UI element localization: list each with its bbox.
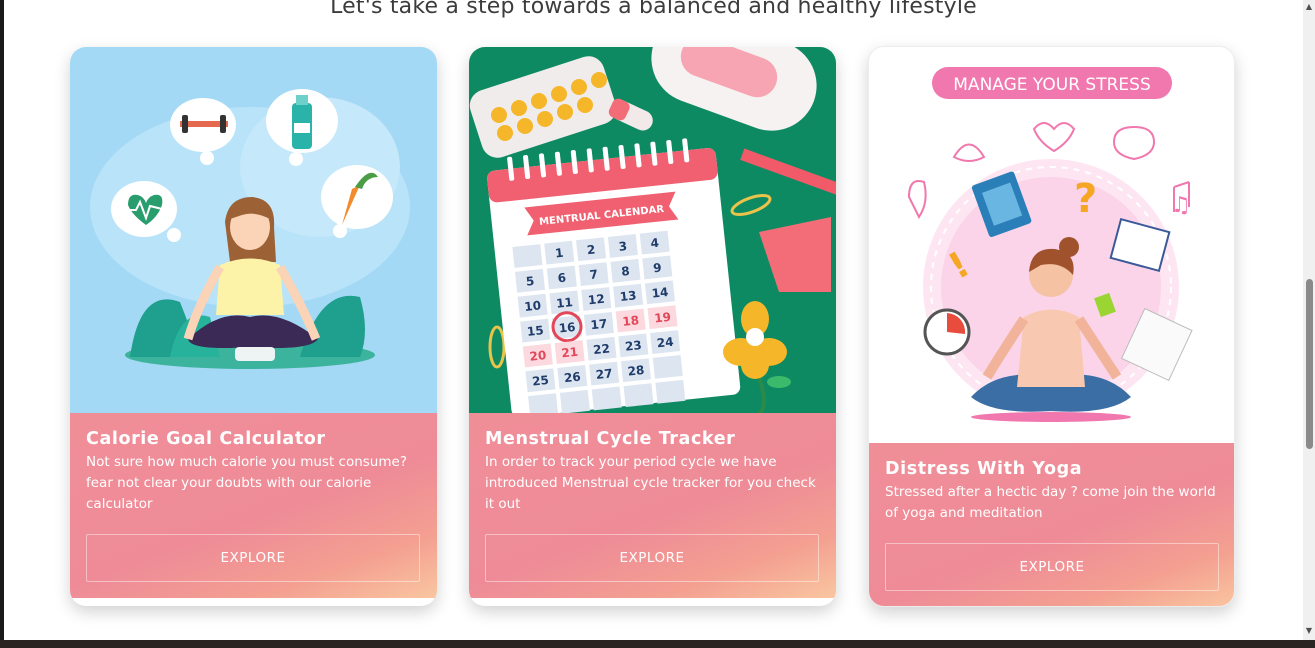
yoga-card-body: Distress With Yoga Stressed after a hect… <box>869 443 1234 606</box>
calendar-day: 10 <box>524 298 542 314</box>
calorie-illustration <box>70 47 437 413</box>
calendar-day: 17 <box>590 317 608 333</box>
yoga-card[interactable]: MANAGE YOUR STRESS ? ♫ ! Distress With Y… <box>868 46 1235 607</box>
calendar-day: 26 <box>563 370 581 386</box>
calendar-day: 8 <box>621 264 631 279</box>
calendar-day: 21 <box>561 345 579 361</box>
card-title: Calorie Goal Calculator <box>86 429 326 449</box>
scrollbar-thumb[interactable] <box>1306 279 1313 449</box>
explore-button[interactable]: EXPLORE <box>885 543 1219 591</box>
explore-button[interactable]: EXPLORE <box>86 534 420 582</box>
page: Let's take a step towards a balanced and… <box>4 0 1303 640</box>
card-title: Menstrual Cycle Tracker <box>485 429 736 449</box>
card-description: In order to track your period cycle we h… <box>485 454 816 512</box>
calendar-day: 1 <box>554 246 564 261</box>
calendar-day: 23 <box>624 338 642 354</box>
calendar-day: 19 <box>654 310 672 326</box>
banner-text: MANAGE YOUR STRESS <box>953 75 1150 95</box>
calendar-day: 25 <box>531 373 549 389</box>
calendar-cell <box>623 383 654 408</box>
question-mark-icon: ? <box>1074 176 1097 222</box>
calendar-day: 28 <box>627 363 645 379</box>
calendar-icon: MENTRUAL CALENDAR 1 2 3 45 6 7 8 910 11 12 13 1415 1… <box>487 138 741 413</box>
calendar-day: 3 <box>618 239 628 254</box>
calendar-cell <box>512 244 543 268</box>
calendar-cell <box>591 386 622 411</box>
window-bottom-edge <box>0 640 1315 648</box>
card-description: Stressed after a hectic day ? come join … <box>885 484 1216 521</box>
calendar-day: 27 <box>595 366 613 382</box>
section-heading: Let's take a step towards a balanced and… <box>330 0 977 19</box>
explore-button[interactable]: EXPLORE <box>485 534 819 582</box>
calendar-day: 2 <box>586 242 596 257</box>
calendar-day: 15 <box>526 323 544 339</box>
calendar-day: 12 <box>587 292 605 308</box>
menstrual-card-body: Menstrual Cycle Tracker In order to trac… <box>469 413 836 598</box>
calendar-cell <box>528 393 559 413</box>
calendar-day: 18 <box>622 313 640 329</box>
calendar-day: 13 <box>619 288 637 304</box>
calendar-day: 11 <box>555 295 573 311</box>
calendar-day: 5 <box>525 274 535 289</box>
calendar-cell <box>559 389 590 413</box>
menstrual-illustration: MENTRUAL CALENDAR 1 2 3 4 5 6 7 8 9 10 11 12 13 14 15 1… <box>469 47 836 413</box>
calorie-card-body: Calorie Goal Calculator Not sure how muc… <box>70 413 437 598</box>
calendar-cell <box>655 379 686 404</box>
yoga-illustration: MANAGE YOUR STRESS ? ♫ ! <box>869 47 1234 443</box>
scroll-down-arrow-icon[interactable]: ▼ <box>1304 626 1314 636</box>
calendar-day: 4 <box>650 236 660 251</box>
card-title: Distress With Yoga <box>885 459 1083 479</box>
scroll-up-arrow-icon[interactable]: ▲ <box>1304 2 1314 12</box>
calendar-day: 20 <box>529 348 547 364</box>
menstrual-card[interactable]: MENTRUAL CALENDAR 1 2 3 4 5 6 7 8 9 10 11 12 13 14 15 1… <box>469 47 836 606</box>
calendar-day: 9 <box>652 261 662 276</box>
calendar-day: 24 <box>656 335 674 351</box>
calorie-card[interactable]: Calorie Goal Calculator Not sure how muc… <box>70 47 437 606</box>
calendar-day: 22 <box>593 341 611 357</box>
calendar-day: 7 <box>589 267 599 282</box>
calendar-day: 14 <box>651 285 669 301</box>
music-note-icon: ♫ <box>1171 193 1191 218</box>
calendar-cell <box>652 354 683 379</box>
clock-icon <box>923 308 971 356</box>
calendar-day: 16 <box>558 320 576 336</box>
calendar-day: 6 <box>557 271 567 286</box>
card-description: Not sure how much calorie you must consu… <box>86 454 407 512</box>
vertical-scrollbar[interactable]: ▲ ▼ <box>1303 0 1315 640</box>
